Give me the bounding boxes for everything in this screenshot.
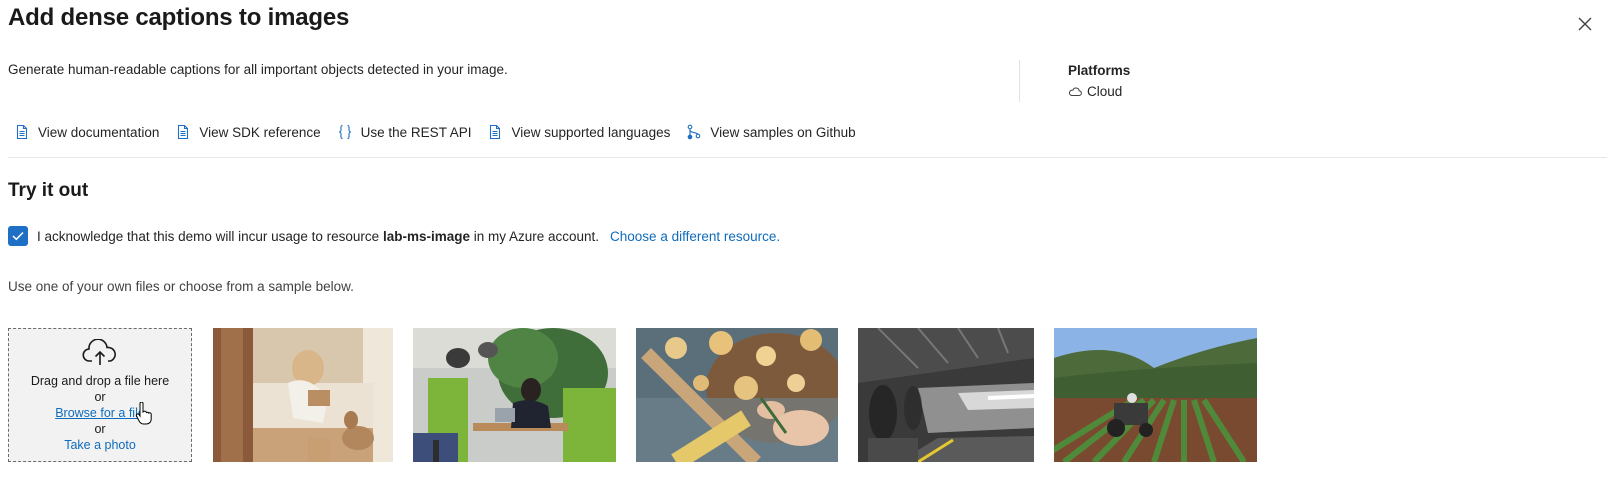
link-label: View samples on Github bbox=[710, 124, 856, 140]
braces-icon bbox=[338, 124, 351, 140]
branch-icon bbox=[687, 124, 701, 140]
link-label: View supported languages bbox=[511, 124, 671, 140]
link-label: Use the REST API bbox=[360, 124, 472, 140]
sample-image-train-station[interactable] bbox=[858, 328, 1034, 462]
view-supported-languages-link[interactable]: View supported languages bbox=[487, 124, 670, 140]
choose-resource-link[interactable]: Choose a different resource. bbox=[610, 229, 780, 244]
checkmark-icon bbox=[12, 231, 24, 241]
file-dropzone[interactable]: Drag and drop a file here or Browse for … bbox=[8, 328, 192, 462]
or-text: or bbox=[94, 390, 106, 404]
page-description: Generate human-readable captions for all… bbox=[8, 62, 508, 77]
sample-image-tractor-field[interactable] bbox=[1054, 328, 1257, 462]
cloud-icon bbox=[1068, 87, 1082, 96]
page-title: Add dense captions to images bbox=[8, 4, 350, 31]
close-icon bbox=[1578, 17, 1592, 31]
sample-hint: Use one of your own files or choose from… bbox=[8, 279, 354, 294]
platforms-divider bbox=[1019, 60, 1020, 102]
sample-image-pasta[interactable] bbox=[636, 328, 838, 462]
section-divider bbox=[8, 157, 1607, 158]
view-documentation-link[interactable]: View documentation bbox=[14, 124, 159, 140]
use-rest-api-link[interactable]: Use the REST API bbox=[337, 124, 472, 140]
browse-file-link[interactable]: Browse for a file bbox=[55, 405, 145, 421]
sample-image-office-laptop[interactable] bbox=[413, 328, 616, 462]
document-icon bbox=[490, 124, 501, 140]
close-button[interactable] bbox=[1574, 13, 1596, 35]
link-label: View SDK reference bbox=[199, 124, 321, 140]
take-photo-link[interactable]: Take a photo bbox=[64, 437, 136, 453]
try-it-out-heading: Try it out bbox=[8, 180, 89, 201]
view-sdk-reference-link[interactable]: View SDK reference bbox=[175, 124, 321, 140]
acknowledge-row: I acknowledge that this demo will incur … bbox=[8, 226, 780, 246]
platform-cloud-label: Cloud bbox=[1087, 84, 1123, 99]
cloud-upload-icon bbox=[82, 339, 116, 365]
platform-cloud: Cloud bbox=[1068, 84, 1122, 99]
or-text: or bbox=[94, 422, 106, 436]
document-icon bbox=[16, 124, 28, 140]
resource-links: View documentation View SDK reference Us… bbox=[14, 124, 872, 140]
platforms-heading: Platforms bbox=[1068, 63, 1131, 78]
drag-drop-text: Drag and drop a file here bbox=[30, 374, 170, 388]
acknowledge-checkbox[interactable] bbox=[8, 226, 28, 246]
view-samples-github-link[interactable]: View samples on Github bbox=[686, 124, 856, 140]
hand-cursor-icon bbox=[135, 401, 153, 431]
sample-image-woman-with-dog[interactable] bbox=[213, 328, 393, 462]
document-icon bbox=[178, 124, 189, 140]
link-label: View documentation bbox=[38, 124, 160, 140]
acknowledge-text: I acknowledge that this demo will incur … bbox=[37, 228, 600, 244]
resource-name: lab-ms-image bbox=[382, 228, 470, 244]
